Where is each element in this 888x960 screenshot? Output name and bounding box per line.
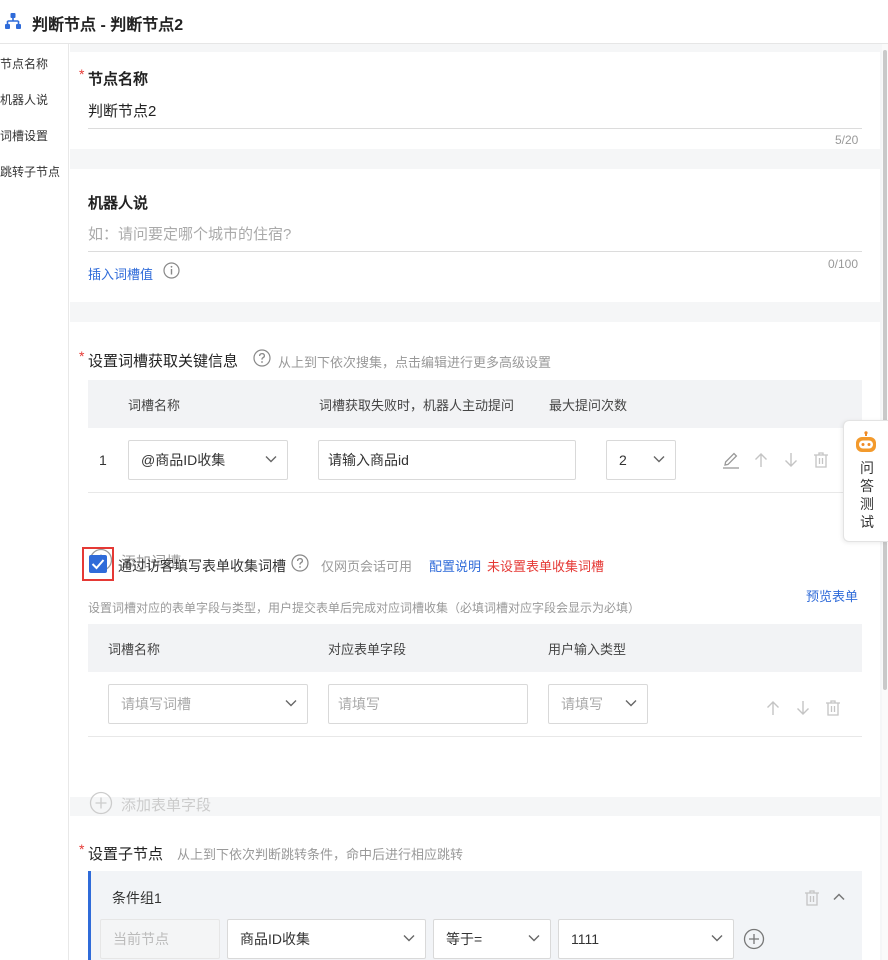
robot-say-input[interactable]: 如：请问要定哪个城市的住宿?	[88, 223, 291, 244]
node-name-card: * 节点名称 判断节点2 5/20	[70, 52, 880, 149]
slot-settings-label: 设置词槽获取关键信息	[88, 353, 239, 370]
column-header: 用户输入类型	[548, 641, 627, 657]
nav-item-child-nodes[interactable]: 跳转子节点	[0, 163, 69, 183]
info-icon[interactable]	[163, 262, 180, 279]
chevron-down-icon	[403, 935, 415, 942]
input-type-placeholder: 请填写	[561, 696, 603, 712]
trash-icon[interactable]	[802, 888, 822, 908]
nav-item-node-name[interactable]: 节点名称	[0, 55, 69, 75]
chevron-down-icon	[711, 935, 723, 942]
form-field-placeholder: 请填写	[338, 696, 380, 712]
input-underline	[88, 128, 862, 129]
chevron-down-icon	[625, 700, 637, 707]
operator-value: 等于=	[446, 931, 483, 947]
form-warning: 未设置表单收集词槽	[487, 559, 605, 574]
current-node-select: 当前节点	[100, 919, 220, 959]
robot-icon	[856, 431, 876, 452]
form-collect-checkbox[interactable]	[89, 555, 107, 573]
form-slot-placeholder: 请填写词槽	[121, 696, 191, 712]
form-collect-desc: 设置词槽对应的表单字段与类型，用户提交表单后完成对应词槽收集（必填词槽对应字段会…	[88, 601, 641, 615]
condition-slot-select[interactable]: 商品ID收集	[227, 919, 426, 959]
condition-value: 1111	[571, 931, 600, 947]
child-nodes-hint: 从上到下依次判断跳转条件，命中后进行相应跳转	[177, 847, 464, 862]
preview-form-link[interactable]: 预览表单	[806, 586, 858, 605]
page-title: 判断节点 - 判断节点2	[32, 17, 184, 34]
slot-select-value: @商品ID收集	[141, 452, 226, 468]
condition-group-name: 条件组1	[112, 890, 162, 906]
column-header: 词槽名称	[108, 641, 161, 657]
qa-test-tab[interactable]: 问答测试	[843, 420, 888, 542]
slot-table-header: 词槽名称 词槽获取失败时，机器人主动提问 最大提问次数	[88, 380, 862, 428]
robot-say-card: 机器人说 如：请问要定哪个城市的住宿? 插入词槽值 0/100	[70, 169, 880, 302]
form-table-header: 词槽名称 对应表单字段 用户输入类型	[88, 624, 862, 672]
condition-value-select[interactable]: 1111	[558, 919, 734, 959]
form-slot-select[interactable]: 请填写词槽	[108, 684, 308, 724]
config-guide-link[interactable]: 配置说明	[429, 556, 481, 575]
slot-settings-card: * 设置词槽获取关键信息 从上到下依次搜集，点击编辑进行更多高级设置 词槽名称 …	[70, 322, 880, 815]
chevron-down-icon	[265, 456, 277, 463]
help-icon[interactable]	[291, 554, 309, 572]
child-nodes-card: * 设置子节点 从上到下依次判断跳转条件，命中后进行相应跳转 条件组1 当前节点…	[70, 816, 880, 960]
max-count-value: 2	[619, 452, 627, 468]
plus-circle-icon[interactable]	[743, 928, 765, 950]
section-nav: 节点名称 机器人说 词槽设置 跳转子节点	[0, 44, 69, 960]
slot-settings-hint: 从上到下依次搜集，点击编辑进行更多高级设置	[278, 355, 552, 370]
chevron-down-icon	[285, 700, 297, 707]
slot-select[interactable]: @商品ID收集	[128, 440, 288, 480]
required-mark: *	[79, 348, 85, 364]
required-mark: *	[79, 66, 85, 82]
row-index: 1	[99, 452, 107, 468]
required-mark: *	[79, 841, 85, 857]
trash-icon[interactable]	[823, 698, 843, 718]
prompt-input[interactable]: 请输入商品id	[318, 440, 576, 480]
condition-group: 条件组1 当前节点 商品ID收集 等于= 1111	[88, 871, 862, 960]
title-bar: 判断节点 - 判断节点2	[0, 0, 888, 44]
prompt-input-text: 请输入商品id	[328, 452, 409, 468]
chevron-up-icon[interactable]	[832, 890, 846, 904]
form-collect-hint: 仅网页会话可用	[321, 559, 413, 574]
child-nodes-label: 设置子节点	[88, 846, 164, 863]
insert-slot-value-link[interactable]: 插入词槽值	[88, 264, 153, 283]
edit-icon[interactable]	[721, 450, 741, 470]
form-field-input[interactable]: 请填写	[328, 684, 528, 724]
checkmark-icon	[91, 559, 105, 570]
plus-circle-icon	[89, 791, 113, 815]
arrow-up-icon[interactable]	[751, 450, 771, 470]
nav-item-robot-say[interactable]: 机器人说	[0, 91, 69, 111]
input-type-select[interactable]: 请填写	[548, 684, 648, 724]
arrow-up-icon[interactable]	[763, 698, 783, 718]
nav-item-slot-settings[interactable]: 词槽设置	[0, 127, 69, 147]
current-node-value: 当前节点	[113, 931, 169, 947]
chevron-down-icon	[528, 935, 540, 942]
row-divider	[88, 492, 862, 493]
robot-say-label: 机器人说	[88, 195, 149, 212]
trash-icon[interactable]	[811, 450, 831, 470]
arrow-down-icon[interactable]	[793, 698, 813, 718]
arrow-down-icon[interactable]	[781, 450, 801, 470]
row-divider	[88, 736, 862, 737]
char-counter: 0/100	[828, 257, 859, 271]
scrollbar-thumb[interactable]	[883, 50, 887, 690]
help-icon[interactable]	[253, 349, 271, 367]
node-name-label: 节点名称	[88, 71, 149, 88]
column-header: 词槽名称	[128, 397, 181, 413]
max-count-select[interactable]: 2	[606, 440, 676, 480]
char-counter: 5/20	[835, 133, 859, 147]
qa-test-label: 问答测试	[860, 460, 874, 530]
condition-slot-value: 商品ID收集	[240, 931, 310, 947]
form-collect-label: 通过访客填写表单收集词槽	[118, 558, 286, 574]
column-header: 词槽获取失败时，机器人主动提问	[319, 397, 515, 413]
node-tree-icon	[5, 13, 21, 29]
node-name-input[interactable]: 判断节点2	[88, 100, 156, 121]
add-form-field-label: 添加表单字段	[121, 797, 212, 814]
column-header: 最大提问次数	[549, 397, 628, 413]
input-underline	[88, 251, 862, 252]
operator-select[interactable]: 等于=	[433, 919, 551, 959]
chevron-down-icon	[653, 456, 665, 463]
column-header: 对应表单字段	[328, 641, 407, 657]
editor-main: * 节点名称 判断节点2 5/20 机器人说 如：请问要定哪个城市的住宿? 插入…	[70, 44, 888, 960]
